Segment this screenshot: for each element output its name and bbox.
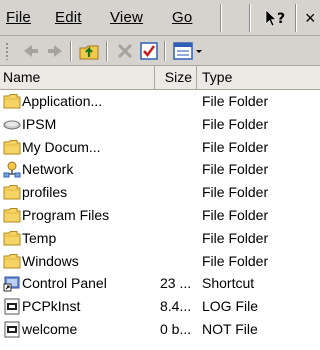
file-name: Windows	[22, 252, 79, 269]
back-icon[interactable]	[20, 40, 42, 62]
network-icon	[3, 161, 21, 178]
list-item[interactable]: Temp File Folder	[0, 227, 320, 250]
file-name: Network	[22, 161, 74, 178]
menu-separator	[249, 4, 250, 32]
file-size	[160, 136, 198, 159]
file-size	[160, 158, 198, 181]
menu-file[interactable]: File	[6, 6, 31, 30]
forward-icon[interactable]	[44, 40, 66, 62]
file-size: 0 b...	[160, 320, 192, 337]
whats-this-help-icon[interactable]: ?	[264, 8, 288, 30]
file-name: welcome	[22, 320, 78, 337]
list-item[interactable]: welcome 0 b... NOT File	[0, 318, 320, 341]
file-name: Program Files	[22, 206, 110, 223]
column-header-name[interactable]: Name	[0, 66, 155, 89]
file-type: File Folder	[202, 93, 269, 109]
folder-icon	[3, 253, 21, 270]
document-icon	[3, 298, 21, 315]
file-type: File Folder	[202, 115, 269, 132]
properties-icon[interactable]	[138, 40, 160, 62]
document-icon	[3, 321, 21, 338]
file-name: Application...	[22, 93, 103, 109]
menu-view-label: View	[110, 9, 144, 26]
file-size	[160, 181, 198, 204]
file-size	[160, 227, 198, 250]
file-type: File Folder	[202, 161, 269, 178]
storage-card-icon	[3, 116, 21, 133]
list-item[interactable]: PCPkInst 8.4... LOG File	[0, 295, 320, 318]
list-item[interactable]: Program Files File Folder	[0, 204, 320, 227]
file-name: IPSM	[22, 115, 57, 132]
toolbar-separator	[106, 41, 107, 61]
file-type: LOG File	[202, 298, 259, 315]
file-type: File Folder	[202, 252, 269, 269]
views-menu-icon[interactable]	[172, 40, 206, 62]
up-folder-icon[interactable]	[78, 40, 100, 62]
folder-icon	[3, 230, 21, 247]
file-size	[160, 250, 198, 273]
file-size	[160, 113, 198, 136]
menu-bar: File Edit View Go ? ×	[0, 0, 320, 36]
shortcut-icon	[3, 275, 21, 292]
toolbar-grip[interactable]	[5, 42, 9, 60]
folder-icon	[3, 207, 21, 224]
menu-separator	[220, 4, 221, 32]
close-icon[interactable]: ×	[305, 6, 316, 30]
menu-go[interactable]: Go	[172, 6, 192, 30]
list-item[interactable]: My Docum... File Folder	[0, 136, 320, 159]
menu-edit-label: Edit	[55, 9, 82, 26]
list-item[interactable]: Network File Folder	[0, 158, 320, 181]
toolbar-separator	[70, 41, 71, 61]
file-size: 8.4...	[160, 298, 192, 315]
file-size	[160, 90, 198, 113]
file-name: PCPkInst	[22, 298, 81, 315]
folder-icon	[3, 184, 21, 201]
menu-view[interactable]: View	[110, 6, 143, 30]
file-type: Shortcut	[202, 275, 255, 292]
menu-separator	[295, 4, 296, 32]
file-type: File Folder	[202, 184, 269, 201]
file-type: File Folder	[202, 138, 269, 155]
toolbar-separator	[164, 41, 165, 61]
file-list: Application... File Folder IPSM File Folder…	[0, 90, 320, 341]
list-item[interactable]: Application... File Folder	[0, 90, 320, 113]
file-size	[160, 204, 198, 227]
file-name: My Docum...	[22, 138, 101, 155]
column-headers: Name Size Type	[0, 66, 320, 90]
column-header-size[interactable]: Size	[155, 66, 197, 89]
list-item[interactable]: Windows File Folder	[0, 250, 320, 273]
list-item[interactable]: profiles File Folder	[0, 181, 320, 204]
list-item[interactable]: IPSM File Folder	[0, 113, 320, 136]
delete-icon[interactable]	[114, 40, 136, 62]
file-size: 23 ...	[160, 275, 192, 292]
svg-text:?: ?	[277, 11, 285, 27]
folder-icon	[3, 139, 21, 156]
list-item[interactable]: Control Panel 23 ... Shortcut	[0, 272, 320, 295]
menu-edit[interactable]: Edit	[55, 6, 82, 30]
column-header-type[interactable]: Type	[197, 66, 320, 89]
file-type: File Folder	[202, 229, 269, 246]
menu-file-label: File	[6, 9, 31, 26]
file-type: File Folder	[202, 206, 269, 223]
file-name: Temp	[22, 229, 57, 246]
file-name: Control Panel	[22, 275, 107, 292]
file-name: profiles	[22, 184, 68, 201]
menu-go-label: Go	[172, 9, 193, 26]
toolbar	[0, 36, 320, 66]
file-type: NOT File	[202, 320, 258, 337]
folder-icon	[3, 93, 21, 110]
